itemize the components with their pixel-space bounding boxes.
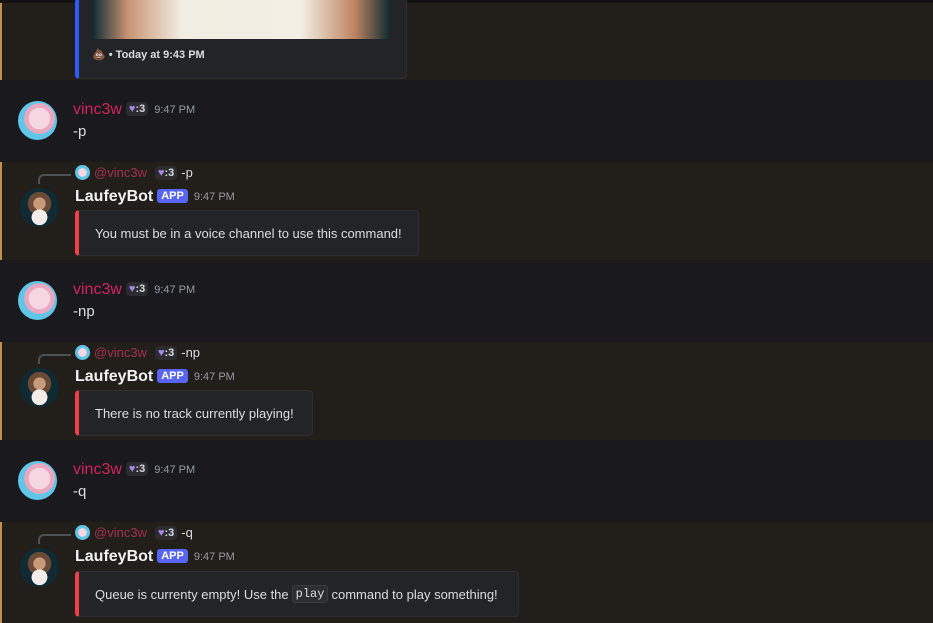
- error-embed: There is no track currently playing!: [75, 390, 313, 436]
- previous-message: 💩 • Today at 9:43 PM: [0, 0, 933, 80]
- reply-avatar: [75, 525, 90, 540]
- bot-message: @vinc3w ♥:3 -p LaufeyBot APP 9:47 PM You mus…: [0, 162, 933, 260]
- inline-code: play: [291, 585, 329, 603]
- message-content: -p: [73, 123, 87, 140]
- image-embed: 💩 • Today at 9:43 PM: [75, 0, 407, 79]
- server-tag[interactable]: ♥:3: [125, 102, 149, 116]
- author-name[interactable]: LaufeyBot: [75, 188, 153, 205]
- bot-message: @vinc3w ♥:3 -q LaufeyBot APP 9:47 PM Queue i…: [0, 522, 933, 623]
- avatar[interactable]: [20, 188, 59, 227]
- message: vinc3w ♥:3 9:47 PM -np: [0, 260, 933, 342]
- message-content: -np: [73, 303, 95, 320]
- timestamp: 9:47 PM: [154, 104, 196, 116]
- reply-avatar: [75, 345, 90, 360]
- reply-preview[interactable]: @vinc3w ♥:3 -p: [75, 165, 193, 180]
- avatar[interactable]: [20, 368, 59, 407]
- author-name[interactable]: LaufeyBot: [75, 548, 153, 565]
- embed-footer: 💩 • Today at 9:43 PM: [92, 49, 205, 61]
- server-tag: ♥:3: [154, 525, 178, 540]
- author-name[interactable]: vinc3w: [73, 101, 122, 118]
- app-badge: APP: [157, 189, 188, 203]
- timestamp: 9:47 PM: [193, 371, 235, 383]
- author-name[interactable]: LaufeyBot: [75, 368, 153, 385]
- avatar[interactable]: [18, 461, 57, 500]
- reply-preview[interactable]: @vinc3w ♥:3 -q: [75, 525, 193, 540]
- message: vinc3w ♥:3 9:47 PM -q: [0, 440, 933, 522]
- timestamp: 9:47 PM: [154, 284, 196, 296]
- timestamp: 9:47 PM: [193, 551, 235, 563]
- app-badge: APP: [157, 549, 188, 563]
- timestamp: 9:47 PM: [154, 464, 196, 476]
- author-name[interactable]: vinc3w: [73, 281, 122, 298]
- reply-avatar: [75, 165, 90, 180]
- avatar[interactable]: [18, 281, 57, 320]
- server-tag[interactable]: ♥:3: [125, 282, 149, 296]
- message: vinc3w ♥:3 9:47 PM -p: [0, 80, 933, 162]
- bot-message: @vinc3w ♥:3 -np LaufeyBot APP 9:47 PM There …: [0, 342, 933, 440]
- message-content: -q: [73, 483, 87, 500]
- server-tag: ♥:3: [154, 345, 178, 360]
- timestamp: 9:47 PM: [193, 191, 235, 203]
- author-name[interactable]: vinc3w: [73, 461, 122, 478]
- avatar[interactable]: [20, 548, 59, 587]
- reply-spine: [38, 354, 71, 364]
- error-embed: You must be in a voice channel to use th…: [75, 210, 419, 256]
- app-badge: APP: [157, 369, 188, 383]
- reply-spine: [38, 174, 71, 184]
- server-tag[interactable]: ♥:3: [125, 462, 149, 476]
- poop-icon: 💩: [92, 49, 106, 61]
- info-embed: Queue is currenty empty! Use the play comm…: [75, 571, 519, 617]
- avatar[interactable]: [18, 101, 57, 140]
- reply-spine: [38, 534, 71, 544]
- embed-image[interactable]: [92, 0, 390, 39]
- server-tag: ♥:3: [154, 165, 178, 180]
- reply-preview[interactable]: @vinc3w ♥:3 -np: [75, 345, 200, 360]
